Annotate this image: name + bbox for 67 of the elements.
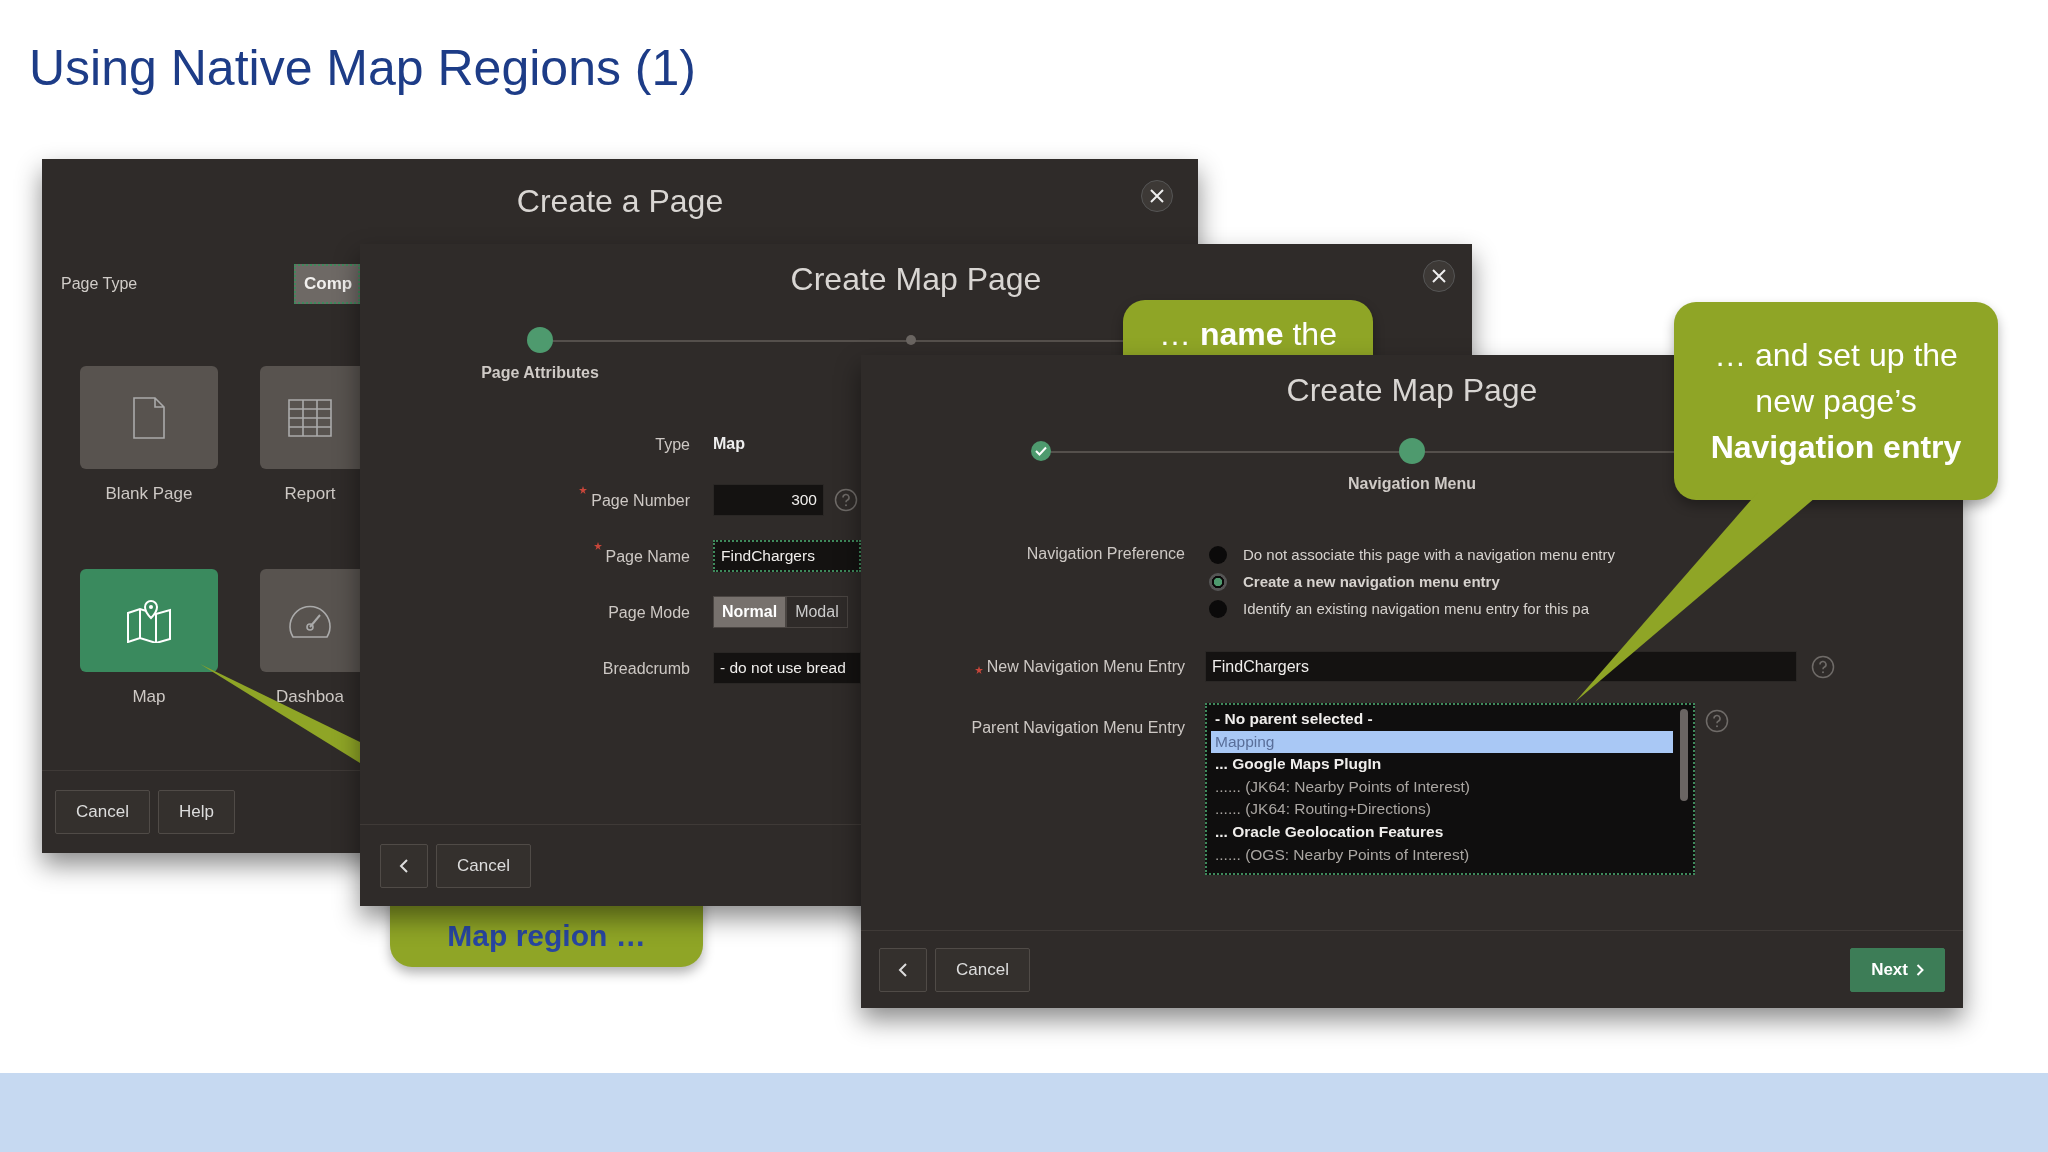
page-type-tile[interactable] [260, 366, 360, 469]
help-button[interactable]: Help [157, 790, 235, 834]
dialog-title: Create Map Page [790, 260, 1042, 298]
callout-text: … and set up the new page’s Navigation entry [1709, 336, 1963, 467]
segment-button[interactable]: Normal [713, 596, 787, 628]
select-field[interactable]: - do not use bread [713, 652, 861, 684]
number-field[interactable]: 300 [713, 484, 824, 516]
radio-label: Identify an existing navigation menu entry for this pa [1243, 600, 1590, 617]
page-type-tile[interactable] [80, 366, 218, 469]
list-option[interactable]: - No parent selected - [1211, 708, 1673, 731]
current-step-icon [527, 327, 553, 353]
table-icon [288, 398, 332, 437]
radio-label: Do not associate this page with a navigation menu entry [1243, 546, 1615, 563]
field-label: New Navigation Menu Entry [986, 657, 1185, 676]
field-label: Type [655, 436, 690, 454]
close-icon [1149, 188, 1165, 204]
text-field[interactable]: FindChargers [713, 540, 861, 572]
page-type-button[interactable]: Comp [294, 264, 360, 304]
field-value: Map [713, 435, 745, 453]
document-icon [132, 395, 166, 440]
current-step-icon [1399, 438, 1425, 464]
field-label: Breadcrumb [602, 660, 690, 678]
list-box[interactable]: - No parent selected - Mapping ... Google Maps PlugIn ...... (JK64: Nearby Points of Interest) ...... (JK64: Routing+Directions) ... Oracle Geolocation Features ...... (OGS: Nearby Points of Interest) [1205, 703, 1695, 875]
list-option[interactable]: ...... (JK64: Nearby Points of Interest) [1211, 775, 1673, 799]
tile-label: Dashboa [275, 686, 345, 708]
close-button[interactable] [1423, 260, 1455, 292]
slide-title: Using Native Map Regions (1) [29, 39, 696, 98]
dialog-title: Create Map Page [1286, 371, 1538, 409]
field-label: Parent Navigation Menu Entry [971, 719, 1185, 737]
callout-text: Map region … [447, 919, 646, 953]
radio-button[interactable] [1209, 572, 1227, 591]
tile-label: Blank Page [105, 483, 193, 505]
step-label: Page Attributes [481, 364, 599, 382]
radio-button[interactable] [1209, 599, 1227, 618]
field-label: Page Name [605, 548, 690, 566]
next-button[interactable]: Next [1850, 947, 1945, 992]
page-type-tile[interactable] [80, 569, 218, 672]
cancel-button[interactable]: Cancel [935, 947, 1030, 992]
callout-text: … name the [1159, 316, 1337, 353]
chevron-left-icon [399, 858, 409, 873]
step-label: Navigation Menu [1348, 475, 1476, 493]
page-type-tile[interactable] [260, 569, 360, 672]
dialog-title: Create a Page [516, 183, 724, 220]
close-icon [1431, 268, 1447, 284]
field-label: Page Mode [608, 604, 690, 622]
list-option[interactable]: ...... (JK64: Routing+Directions) [1211, 798, 1673, 821]
tile-label: Map [132, 686, 166, 708]
field-label: Page Type [61, 275, 138, 293]
step-dot [906, 335, 916, 345]
radio-label: Create a new navigation menu entry [1243, 573, 1500, 590]
map-icon [126, 598, 172, 643]
chevron-left-icon [898, 962, 908, 977]
list-option[interactable]: ... Oracle Geolocation Features [1211, 820, 1673, 844]
completed-step-icon [1031, 441, 1051, 461]
chevron-right-icon [1916, 963, 1924, 976]
field-label: Page Number [591, 492, 690, 510]
radio-button[interactable] [1209, 545, 1227, 564]
cancel-button[interactable]: Cancel [55, 790, 150, 834]
scrollbar[interactable] [1680, 709, 1688, 801]
text-field[interactable]: FindChargers [1205, 651, 1797, 682]
close-button[interactable] [1141, 180, 1173, 212]
field-label: Navigation Preference [1026, 545, 1185, 563]
segment-button[interactable]: Modal [786, 596, 848, 628]
list-option[interactable]: ...... (OGS: Nearby Points of Interest) [1211, 843, 1673, 867]
cancel-button[interactable]: Cancel [436, 843, 531, 888]
tile-label: Report [284, 483, 336, 505]
list-option[interactable]: ... Google Maps PlugIn [1211, 753, 1673, 776]
